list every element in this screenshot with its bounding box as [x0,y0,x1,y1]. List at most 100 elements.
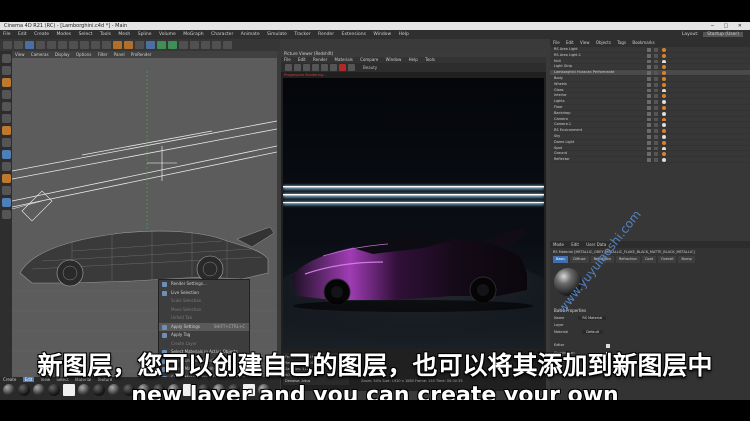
material-tag-icon[interactable] [662,53,666,58]
material-input[interactable]: Default [582,330,604,334]
menu-file[interactable]: File [0,32,14,37]
enable-icon[interactable] [654,152,658,157]
rv-menu-file[interactable]: File [284,57,291,62]
om-menu-tags[interactable]: Tags [617,40,626,45]
am-menu-mode[interactable]: Mode [553,242,564,247]
tag-icon[interactable] [662,123,666,128]
material-tag-icon[interactable] [662,82,666,87]
redo-icon[interactable] [14,41,23,49]
refresh-icon[interactable] [321,64,328,71]
visibility-icon[interactable] [647,94,651,99]
enable-icon[interactable] [654,134,658,139]
camera-icon[interactable] [212,41,221,49]
visibility-icon[interactable] [647,158,651,162]
menu-window[interactable]: Window [370,32,394,37]
ctx-unfold-tab[interactable]: Unfold Tab [159,314,249,323]
om-menu-file[interactable]: File [553,40,560,45]
tab-basic[interactable]: Basic [553,256,569,263]
menu-help[interactable]: Help [396,32,412,37]
material-tag-icon[interactable] [662,94,666,99]
minimize-icon[interactable]: ─ [711,23,718,29]
fit-icon[interactable] [348,64,355,71]
enable-icon[interactable] [654,100,658,105]
om-menu-view[interactable]: View [580,40,590,45]
menu-volume[interactable]: Volume [156,32,179,37]
make-editable-icon[interactable] [1,54,11,63]
rv-menu-render[interactable]: Render [313,57,327,62]
rv-menu-materials[interactable]: Materials [335,57,353,62]
menu-simulate[interactable]: Simulate [264,32,290,37]
enable-icon[interactable] [654,129,658,133]
layout-selector[interactable]: Layout: Startup (User) [676,30,746,39]
visibility-icon[interactable] [647,88,651,93]
material-tag-icon[interactable] [662,129,666,133]
texture-mode-icon[interactable] [1,78,11,87]
enable-icon[interactable] [654,65,658,70]
region-icon[interactable] [303,64,310,71]
visibility-icon[interactable] [647,134,651,139]
rotate-icon[interactable] [58,41,67,49]
cloner-icon[interactable] [179,41,188,49]
tag-icon[interactable] [662,100,666,105]
edges-mode-icon[interactable] [1,102,11,111]
perspective-viewport[interactable]: View Cameras Display Options Filter Pane… [12,51,277,391]
aov-selector[interactable]: Beauty [363,64,377,71]
y-axis-icon[interactable] [80,41,89,49]
rv-menu-tools[interactable]: Tools [425,57,435,62]
lock-icon[interactable] [312,64,319,71]
visibility-icon[interactable] [647,146,651,151]
enable-icon[interactable] [654,59,658,64]
enable-icon[interactable] [654,71,658,76]
axis-mode-icon[interactable] [1,138,11,147]
menu-extensions[interactable]: Extensions [339,32,369,37]
menu-spline[interactable]: Spline [135,32,155,37]
enable-icon[interactable] [654,88,658,93]
tag-icon[interactable] [662,88,666,93]
tab-coat[interactable]: Coat [641,256,656,263]
live-selection-icon[interactable] [25,41,34,49]
uv-mode-icon[interactable] [1,126,11,135]
menu-mograph[interactable]: MoGraph [180,32,206,37]
pause-icon[interactable] [330,64,337,71]
ctx-live-selection[interactable]: Live Selection [159,289,249,298]
material-tag-icon[interactable] [662,76,666,81]
ctx-scale-selection[interactable]: Scale Selection [159,297,249,306]
material-tag-icon[interactable] [662,140,666,145]
ctx-apply-tag[interactable]: Apply Tag [159,331,249,340]
polygons-mode-icon[interactable] [1,114,11,123]
lock-workplane-icon[interactable] [1,174,11,183]
tag-icon[interactable] [662,134,666,139]
am-menu-edit[interactable]: Edit [571,242,579,247]
tag-icon[interactable] [662,111,666,116]
stop-render-icon[interactable] [339,64,346,71]
visibility-icon[interactable] [647,53,651,58]
rv-menu-window[interactable]: Window [386,57,402,62]
material-tag-icon[interactable] [662,65,666,70]
enable-icon[interactable] [654,140,658,145]
menu-tracker[interactable]: Tracker [291,32,313,37]
ctx-move-selection[interactable]: Move Selection [159,306,249,315]
tab-overall[interactable]: Overall [657,256,677,263]
tag-icon[interactable] [662,59,666,64]
subdivision-icon[interactable] [168,41,177,49]
material-tag-icon[interactable] [662,71,666,76]
object-row[interactable]: Reflector [550,157,750,163]
visibility-icon[interactable] [647,65,651,70]
rv-menu-help[interactable]: Help [409,57,418,62]
visibility-icon[interactable] [647,82,651,87]
tweak-icon[interactable] [1,210,11,219]
enable-icon[interactable] [654,76,658,81]
tab-refraction[interactable]: Refraction [615,256,640,263]
menu-tools[interactable]: Tools [97,32,114,37]
om-menu-bookmarks[interactable]: Bookmarks [632,40,654,45]
om-menu-edit[interactable]: Edit [566,40,574,45]
visibility-icon[interactable] [647,105,651,110]
layout-dropdown[interactable]: Startup (User) [703,32,743,37]
enable-icon[interactable] [654,94,658,99]
window-controls[interactable]: ─ □ ✕ [711,22,746,30]
enable-icon[interactable] [654,111,658,116]
scale-icon[interactable] [47,41,56,49]
menu-create[interactable]: Create [31,32,52,37]
menu-edit[interactable]: Edit [15,32,30,37]
menu-modes[interactable]: Modes [54,32,75,37]
